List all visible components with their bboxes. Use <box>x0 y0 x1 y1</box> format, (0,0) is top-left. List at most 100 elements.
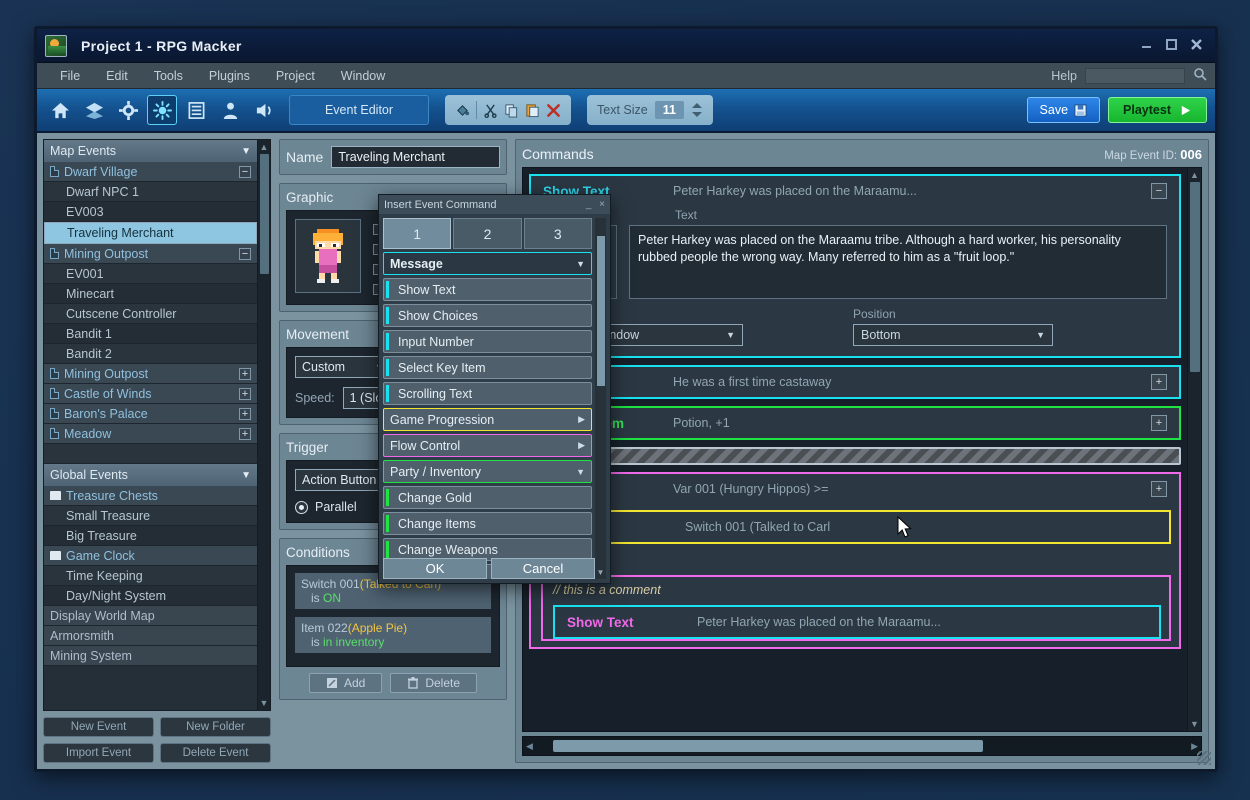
add-condition-button[interactable]: Add <box>308 673 383 693</box>
command-comment[interactable]: // this is a comment <box>543 577 1169 605</box>
scrollbar-thumb[interactable] <box>1189 182 1200 372</box>
database-icon[interactable] <box>181 95 211 125</box>
collapse-toggle[interactable]: + <box>1151 481 1167 497</box>
position-select[interactable]: Bottom ▼ <box>853 324 1053 346</box>
dialog-group-party-inventory[interactable]: Party / Inventory ▼ <box>383 460 592 483</box>
menu-window[interactable]: Window <box>328 69 398 83</box>
commands-horizontal-scrollbar[interactable]: ◀ ▶ <box>522 736 1202 756</box>
ok-button[interactable]: OK <box>383 558 487 579</box>
tree-node-armorsmith[interactable]: Armorsmith <box>44 626 257 646</box>
menu-plugins[interactable]: Plugins <box>196 69 263 83</box>
event-name-input[interactable]: Traveling Merchant <box>331 146 500 168</box>
show-text-content[interactable]: Peter Harkey was placed on the Maraamu t… <box>629 225 1167 299</box>
command-switch[interactable]: Switch Switch 001 (Talked to Carl <box>541 510 1171 544</box>
help-search-input[interactable] <box>1085 67 1185 84</box>
collapse-toggle[interactable]: + <box>1151 415 1167 431</box>
dialog-item-change-items[interactable]: Change Items <box>383 512 592 535</box>
tree-node-traveling-merchant[interactable]: Traveling Merchant <box>44 222 257 244</box>
tree-node-ev003[interactable]: EV003 <box>44 202 257 222</box>
cancel-button[interactable]: Cancel <box>491 558 595 579</box>
paste-icon[interactable] <box>525 103 540 118</box>
new-folder-button[interactable]: New Folder <box>160 717 271 737</box>
tree-scrollbar[interactable]: ▲ ▼ <box>257 140 270 710</box>
dialog-item-scrolling-text[interactable]: Scrolling Text <box>383 382 592 405</box>
delete-condition-button[interactable]: Delete <box>390 673 478 693</box>
collapse-toggle[interactable]: + <box>239 407 251 420</box>
tree-node-treasure-chests[interactable]: Treasure Chests <box>44 486 257 506</box>
command-show-text-expanded[interactable]: Show Text Peter Harkey was placed on the… <box>529 174 1181 358</box>
help-label[interactable]: Help <box>1051 69 1077 83</box>
tree-node-barons-palace[interactable]: Baron's Palace + <box>44 404 257 424</box>
condition-row-item[interactable]: Item 022(Apple Pie) is in inventory <box>295 617 491 653</box>
tree-node-display-world-map[interactable]: Display World Map <box>44 606 257 626</box>
gear-icon[interactable] <box>113 95 143 125</box>
command-show-text-2[interactable]: Show Text He was a first time castaway + <box>529 365 1181 399</box>
scroll-right-icon[interactable]: ▶ <box>1191 741 1198 752</box>
resize-grip[interactable] <box>1197 751 1211 765</box>
commands-vertical-scrollbar[interactable]: ▲ ▼ <box>1187 168 1201 731</box>
text-size-control[interactable]: Text Size 11 <box>587 95 713 125</box>
menu-edit[interactable]: Edit <box>93 69 141 83</box>
home-icon[interactable] <box>45 95 75 125</box>
scroll-up-icon[interactable]: ▲ <box>260 142 269 152</box>
tree-node-minecart[interactable]: Minecart <box>44 284 257 304</box>
maximize-icon[interactable] <box>1165 38 1178 53</box>
tab-page-3[interactable]: 3 <box>523 218 592 249</box>
minimize-icon[interactable] <box>1140 38 1153 53</box>
menu-file[interactable]: File <box>47 69 93 83</box>
character-sprite-preview[interactable] <box>295 219 361 293</box>
scroll-down-icon[interactable]: ▼ <box>260 698 269 708</box>
tree-node-game-clock[interactable]: Game Clock <box>44 546 257 566</box>
tree-node-cutscene-controller[interactable]: Cutscene Controller <box>44 304 257 324</box>
collapse-toggle[interactable]: + <box>239 427 251 440</box>
tree-node-small-treasure[interactable]: Small Treasure <box>44 506 257 526</box>
collapse-toggle[interactable]: + <box>239 387 251 400</box>
dialog-item-select-key-item[interactable]: Select Key Item <box>383 356 592 379</box>
dialog-item-show-choices[interactable]: Show Choices <box>383 304 592 327</box>
collapse-toggle[interactable]: + <box>239 367 251 380</box>
command-change-item[interactable]: Change Item Potion, +1 + <box>529 406 1181 440</box>
dialog-item-change-gold[interactable]: Change Gold <box>383 486 592 509</box>
cut-icon[interactable] <box>483 103 498 118</box>
scrollbar-thumb[interactable] <box>552 740 983 752</box>
global-events-header[interactable]: Global Events ▼ <box>44 464 257 486</box>
dialog-scrollbar[interactable]: ▼ <box>595 218 606 579</box>
copy-icon[interactable] <box>504 103 519 118</box>
menu-project[interactable]: Project <box>263 69 328 83</box>
dialog-item-show-text[interactable]: Show Text <box>383 278 592 301</box>
playtest-button[interactable]: Playtest <box>1108 97 1207 123</box>
new-event-button[interactable]: New Event <box>43 717 154 737</box>
collapse-toggle[interactable]: + <box>1151 374 1167 390</box>
import-event-button[interactable]: Import Event <box>43 743 154 763</box>
scroll-up-icon[interactable]: ▲ <box>1190 170 1199 180</box>
insertion-point-indicator[interactable] <box>529 447 1181 465</box>
menu-tools[interactable]: Tools <box>141 69 196 83</box>
actor-icon[interactable] <box>215 95 245 125</box>
save-button[interactable]: Save <box>1026 97 1101 123</box>
else-branch-body[interactable]: // this is a comment Show Text Peter Har… <box>541 575 1171 641</box>
collapse-toggle[interactable]: − <box>239 165 251 178</box>
light-icon[interactable] <box>147 95 177 125</box>
tree-node-big-treasure[interactable]: Big Treasure <box>44 526 257 546</box>
dialog-group-game-progression[interactable]: Game Progression ▶ <box>383 408 592 431</box>
tree-node-castle-of-winds[interactable]: Castle of Winds + <box>44 384 257 404</box>
sound-icon[interactable] <box>249 95 279 125</box>
tree-node-mining-outpost-1[interactable]: Mining Outpost − <box>44 244 257 264</box>
tree-node-mining-system[interactable]: Mining System <box>44 646 257 666</box>
scroll-left-icon[interactable]: ◀ <box>526 741 533 752</box>
paint-bucket-icon[interactable] <box>455 103 470 118</box>
tree-node-ev001[interactable]: EV001 <box>44 264 257 284</box>
delete-icon[interactable] <box>546 103 561 118</box>
dialog-item-input-number[interactable]: Input Number <box>383 330 592 353</box>
scroll-down-icon[interactable]: ▼ <box>597 568 605 577</box>
tree-node-meadow[interactable]: Meadow + <box>44 424 257 444</box>
tree-node-dwarf-npc-1[interactable]: Dwarf NPC 1 <box>44 182 257 202</box>
dialog-close-icon[interactable]: × <box>599 199 605 210</box>
dialog-group-message[interactable]: Message ▼ <box>383 252 592 275</box>
command-if-branch[interactable]: If Branch Var 001 (Hungry Hippos) >= + S… <box>529 472 1181 649</box>
tab-page-1[interactable]: 1 <box>383 218 452 249</box>
command-show-text-3[interactable]: Show Text Peter Harkey was placed on the… <box>553 605 1161 639</box>
map-events-header[interactable]: Map Events ▼ <box>44 140 257 162</box>
tree-node-time-keeping[interactable]: Time Keeping <box>44 566 257 586</box>
dialog-group-flow-control[interactable]: Flow Control ▶ <box>383 434 592 457</box>
